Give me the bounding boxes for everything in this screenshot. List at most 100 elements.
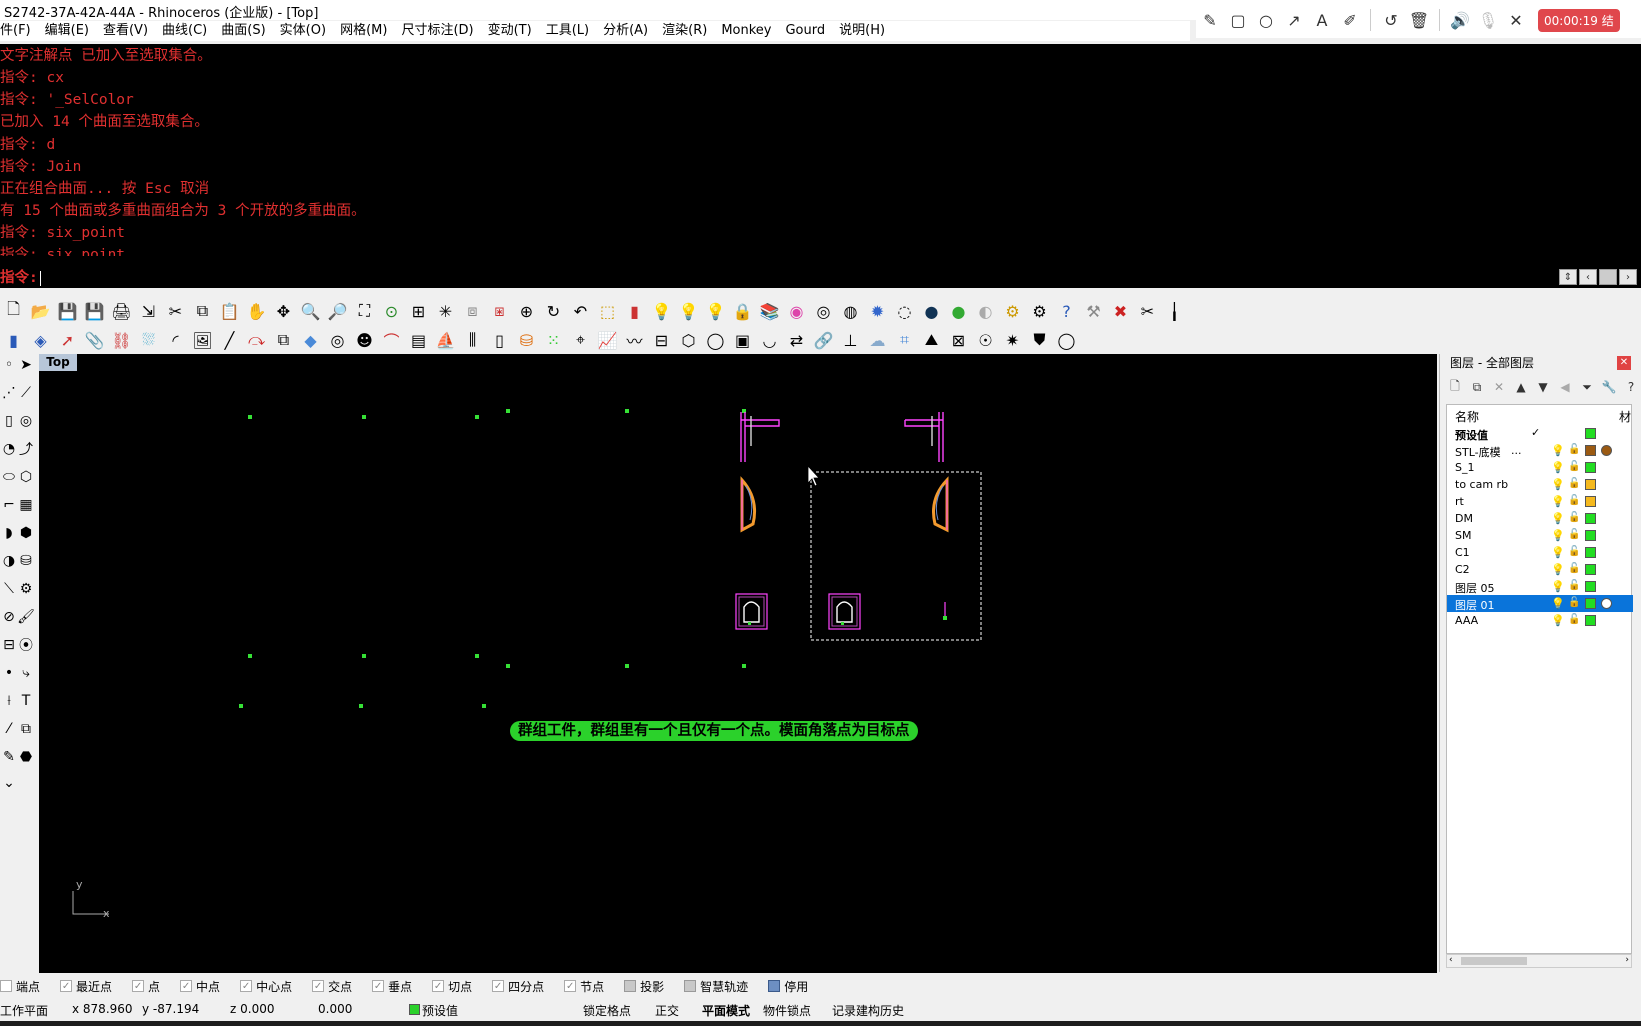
rect-icon[interactable]: ▯	[0, 410, 18, 432]
menu-dimension[interactable]: 尺寸标注(D)	[394, 21, 480, 41]
split-icon[interactable]: ⊟	[0, 634, 18, 656]
rectangle-icon[interactable]: ▢	[1224, 6, 1252, 34]
sketch-icon[interactable]: ⌒	[378, 327, 405, 353]
layer-row[interactable]: C1 💡 🔓	[1447, 544, 1633, 561]
osnap-item[interactable]: ✓ 最近点	[60, 978, 112, 995]
lock-icon[interactable]: 🔓	[1568, 546, 1580, 557]
hatch-icon[interactable]: ▤	[405, 327, 432, 353]
layer-color-swatch[interactable]	[1585, 462, 1596, 473]
lightbulb-icon[interactable]: 💡	[1551, 444, 1565, 457]
lock-icon[interactable]: 🔓	[1568, 495, 1580, 506]
menu-mesh[interactable]: 网格(M)	[333, 21, 394, 41]
compass-icon[interactable]: ☉	[972, 327, 999, 353]
circle-icon[interactable]: ◎	[17, 410, 35, 432]
plugin-icon[interactable]: ⚒	[1080, 298, 1107, 324]
lock-icon[interactable]: 🔓	[1568, 563, 1580, 574]
move-left-icon[interactable]: ◀	[1556, 380, 1574, 394]
move-icon[interactable]: ⁄	[0, 718, 18, 740]
osnap-checkbox[interactable]	[768, 980, 781, 992]
close-icon[interactable]: ✕	[1502, 6, 1530, 34]
bowl-icon[interactable]: ◡	[756, 327, 783, 353]
point[interactable]	[742, 664, 746, 668]
swap-icon[interactable]: ⇄	[783, 327, 810, 353]
filter-icon[interactable]: ⏷	[1578, 380, 1596, 395]
layer-row[interactable]: S_1 💡 🔓	[1447, 459, 1633, 476]
lightbulb-icon[interactable]: 💡	[1551, 546, 1565, 559]
osnap-checkbox[interactable]: ✓	[60, 980, 73, 992]
osnap-checkbox[interactable]: ✓	[180, 980, 193, 992]
recording-timer[interactable]: 00:00:19 结	[1538, 8, 1620, 32]
lock-icon[interactable]: 🔓	[1568, 478, 1580, 489]
menu-solid[interactable]: 实体(O)	[273, 21, 333, 41]
layer-color-swatch[interactable]	[1585, 513, 1596, 524]
lightbulb-icon[interactable]: 💡	[1551, 461, 1565, 474]
print-icon[interactable]: 🖨	[108, 298, 135, 324]
point[interactable]	[475, 415, 479, 419]
lock-icon[interactable]: 🔓	[1568, 512, 1580, 523]
layer-color-swatch[interactable]	[1585, 581, 1596, 592]
boolean-icon[interactable]: ⊘	[0, 606, 18, 628]
zoom-window-icon[interactable]: 🔎	[324, 298, 351, 324]
menu-tools[interactable]: 工具(L)	[539, 21, 596, 41]
curve-icon[interactable]: ⟋	[17, 382, 35, 404]
point[interactable]	[248, 654, 252, 658]
line-tool-icon[interactable]: ╱	[216, 327, 243, 353]
arrow-icon[interactable]: ↗	[1280, 6, 1308, 34]
menu-gourd[interactable]: Gourd	[778, 21, 832, 41]
gear-icon[interactable]: ⚙	[17, 578, 35, 600]
close-icon[interactable]: ✕	[1617, 356, 1631, 370]
solid-box-icon[interactable]: ⬣	[17, 746, 35, 768]
layer-row[interactable]: SM 💡 🔓	[1447, 527, 1633, 544]
osnap-item[interactable]: ✓ 中点	[180, 978, 220, 995]
zoom-extents-icon[interactable]: ⛶	[351, 298, 378, 324]
lightbulb-icon[interactable]: 💡	[1551, 563, 1565, 576]
target-plus-icon[interactable]: ⌖	[567, 327, 594, 353]
lock-icon[interactable]: 🔓	[1568, 461, 1580, 472]
surface-tool-icon[interactable]: ⛆	[135, 327, 162, 353]
osnap-item[interactable]: 投影	[624, 978, 664, 995]
copy-icon[interactable]: ⧉	[189, 298, 216, 324]
arc-tool-icon[interactable]: ◜	[162, 327, 189, 353]
osnap-item[interactable]: ✓ 点	[132, 978, 160, 995]
lightbulb-icon[interactable]: 💡	[1551, 478, 1565, 491]
menu-edit[interactable]: 编辑(E)	[38, 21, 96, 41]
menu-curve[interactable]: 曲线(C)	[155, 21, 214, 41]
dots-grid-icon[interactable]: ⁙	[540, 327, 567, 353]
undo-icon[interactable]: ↺	[1377, 6, 1405, 34]
layer-color-swatch[interactable]	[1585, 496, 1596, 507]
chevron-right-icon[interactable]: ›	[1619, 269, 1637, 285]
menu-monkey[interactable]: Monkey	[714, 21, 778, 41]
lightbulb-icon[interactable]: 💡	[1551, 495, 1565, 508]
curve-tool-icon[interactable]: ⤼	[243, 327, 270, 353]
grid-icon[interactable]: ⧈	[459, 298, 486, 324]
move-down-icon[interactable]: ▼	[1534, 380, 1552, 394]
dimension-icon[interactable]: ⊥	[837, 327, 864, 353]
layer-tool-icon[interactable]: ◈	[27, 327, 54, 353]
layer-row[interactable]: rt 💡 🔓	[1447, 493, 1633, 510]
point[interactable]	[625, 409, 629, 413]
scroll-thumb[interactable]	[1461, 957, 1527, 965]
osnap-checkbox[interactable]	[684, 980, 697, 992]
module-icon[interactable]: ⊟	[648, 327, 675, 353]
arc-icon[interactable]: ◔	[0, 438, 18, 460]
menu-render[interactable]: 渲染(R)	[655, 21, 714, 41]
viewport-tab-top[interactable]: Top	[39, 354, 77, 371]
text-icon[interactable]: A	[1308, 6, 1336, 34]
point[interactable]	[362, 654, 366, 658]
material-icon[interactable]	[1601, 445, 1612, 456]
layer-color-swatch[interactable]	[1585, 530, 1596, 541]
picture-icon[interactable]: ⛰	[918, 327, 945, 353]
column-material[interactable]: 材	[1619, 408, 1631, 425]
graph-icon[interactable]: 📈	[594, 327, 621, 353]
interp-curve-icon[interactable]: ⤴	[17, 438, 35, 460]
show-icon[interactable]: 💡	[675, 298, 702, 324]
bucket-icon[interactable]: ⛁	[513, 327, 540, 353]
circle-icon[interactable]: ○	[1252, 6, 1280, 34]
text-tool-icon[interactable]: T	[17, 690, 35, 712]
array-icon[interactable]: ⧉	[17, 718, 35, 740]
current-layer-swatch[interactable]	[409, 1004, 420, 1015]
osnap-item[interactable]: 智慧轨迹	[684, 978, 748, 995]
menu-transform[interactable]: 变动(T)	[481, 21, 539, 41]
layer-row[interactable]: 图层 05 💡 🔓	[1447, 578, 1633, 595]
sphere-blue-icon[interactable]: ●	[918, 298, 945, 324]
